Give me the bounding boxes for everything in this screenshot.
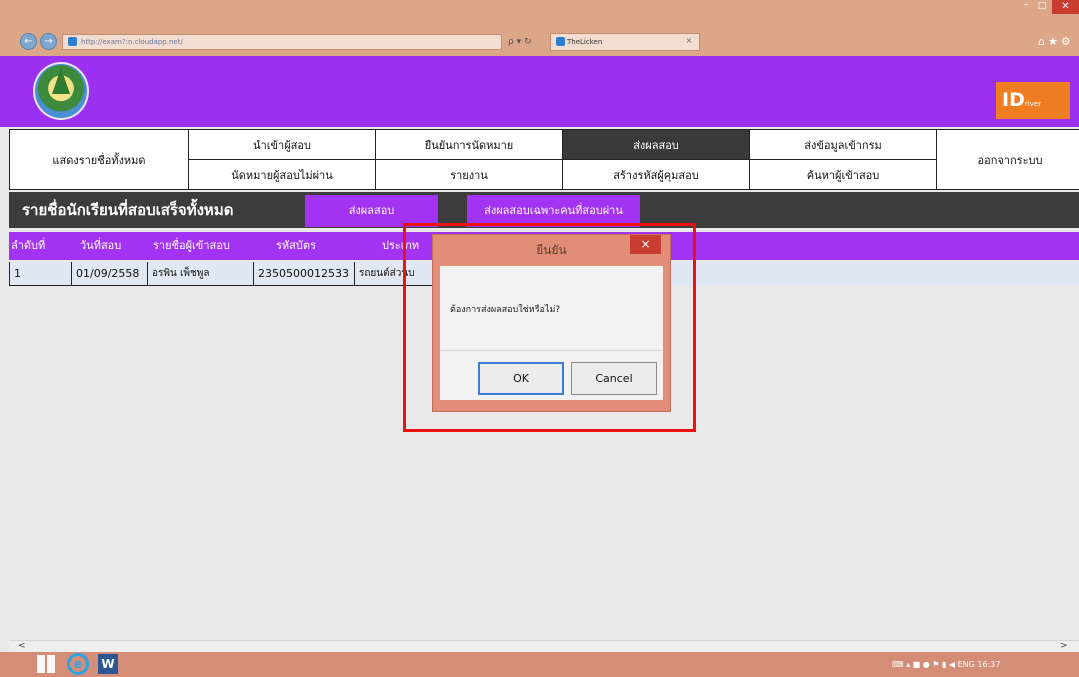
- page-title: รายชื่อนักเรียนที่สอบเสร็จทั้งหมด: [22, 201, 234, 219]
- cell-name: อรพิน เพ็ชพูล: [148, 262, 254, 286]
- forward-button[interactable]: →: [40, 33, 57, 50]
- site-banner: [0, 56, 1079, 127]
- window-minimize-button[interactable]: –: [1018, 0, 1034, 14]
- main-nav: แสดงรายชื่อทั้งหมด นำเข้าผู้สอบ ยืนยันกา…: [9, 129, 1079, 190]
- id-driver-logo: IDriver: [996, 82, 1070, 119]
- search-refresh-icon[interactable]: ρ ▾ ↻: [508, 34, 548, 50]
- horizontal-scrollbar[interactable]: [9, 640, 1079, 652]
- internet-explorer-icon[interactable]: e: [67, 653, 89, 675]
- address-bar[interactable]: http://exam?:n.cloudapp.net/: [62, 34, 502, 50]
- nav-failed-appointment[interactable]: นัดหมายผู้สอบไม่ผ่าน: [188, 159, 376, 190]
- system-tray[interactable]: ⌨ ▴ ■ ● ⚑ ▮ ◀ ENG 16:37: [892, 657, 1074, 673]
- scroll-right-icon[interactable]: >: [1060, 641, 1072, 651]
- column-header-id: รหัสบัตร: [276, 239, 316, 252]
- tab-favicon-icon: [556, 37, 565, 46]
- nav-logout[interactable]: ออกจากระบบ: [936, 129, 1079, 190]
- browser-tab[interactable]: TheLicken: [550, 33, 700, 51]
- windows-start-icon[interactable]: [37, 655, 55, 673]
- nav-import-candidate[interactable]: นำเข้าผู้สอบ: [188, 129, 376, 160]
- nav-show-all[interactable]: แสดงรายชื่อทั้งหมด: [9, 129, 189, 190]
- cell-no: 1: [9, 262, 72, 286]
- cell-date: 01/09/2558: [72, 262, 148, 286]
- nav-create-proctor-code[interactable]: สร้างรหัสผู้คุมสอบ: [562, 159, 750, 190]
- window-maximize-button[interactable]: □: [1034, 0, 1050, 14]
- home-star-gear-icon[interactable]: ⌂★⚙: [1038, 34, 1078, 50]
- window-close-button[interactable]: ✕: [1052, 0, 1079, 14]
- nav-confirm-appointment[interactable]: ยืนยันการนัดหมาย: [375, 129, 563, 160]
- nav-report[interactable]: รายงาน: [375, 159, 563, 190]
- column-header-no: ลำดับที่: [11, 239, 46, 252]
- column-header-name: รายชื่อผู้เข้าสอบ: [153, 239, 230, 252]
- nav-search-candidate[interactable]: ค้นหาผู้เข้าสอบ: [749, 159, 937, 190]
- tab-close-icon[interactable]: ×: [682, 34, 696, 48]
- nav-send-results[interactable]: ส่งผลสอบ: [562, 129, 750, 160]
- word-icon[interactable]: W: [98, 654, 118, 674]
- column-header-date: วันที่สอบ: [80, 239, 122, 252]
- cell-id: 2350500012533: [254, 262, 355, 286]
- nav-send-training-data[interactable]: ส่งข้อมูลเข้ากรม: [749, 129, 937, 160]
- back-button[interactable]: ←: [20, 33, 37, 50]
- scroll-left-icon[interactable]: <: [18, 641, 30, 651]
- highlight-box: [403, 223, 696, 432]
- ie-page-icon: [68, 37, 77, 46]
